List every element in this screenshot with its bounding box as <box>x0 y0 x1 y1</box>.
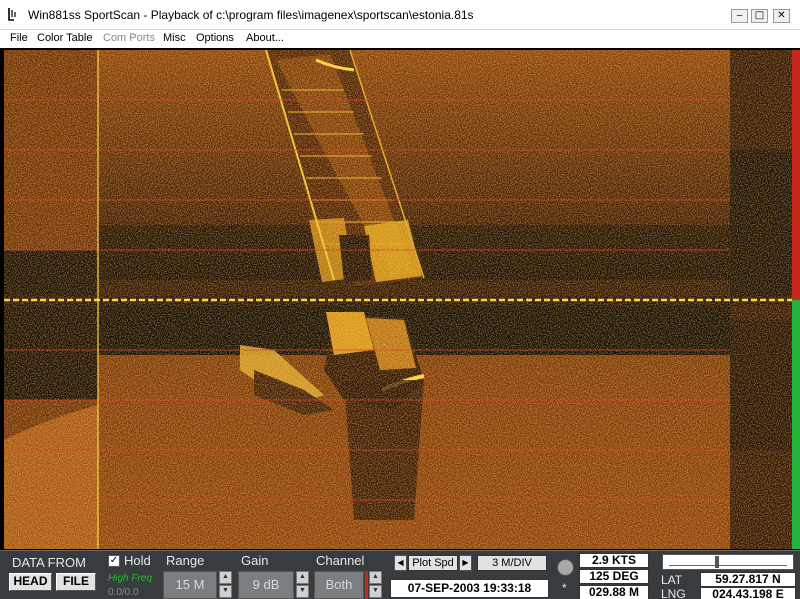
channel-up-button[interactable]: ▲ <box>369 571 382 584</box>
sonar-display[interactable] <box>4 50 800 549</box>
menu-color-table[interactable]: Color Table <box>37 32 92 44</box>
high-freq-label: High Freq <box>108 573 152 584</box>
control-panel: DATA FROM HEAD FILE ✓ Hold High Freq 0.0… <box>0 550 800 599</box>
lat-label: LAT <box>661 573 683 587</box>
scale-bar-red <box>792 50 800 300</box>
sonar-image <box>4 50 800 549</box>
menu-misc[interactable]: Misc <box>163 32 186 44</box>
gain-down-button[interactable]: ▼ <box>296 585 309 598</box>
menu-com-ports[interactable]: Com Ports <box>103 32 155 44</box>
status-lamp-icon <box>557 559 574 576</box>
head-button[interactable]: HEAD <box>9 573 52 591</box>
hold-checkbox[interactable]: ✓ <box>108 555 120 567</box>
menu-options[interactable]: Options <box>196 32 234 44</box>
range-field[interactable]: 15 M <box>163 571 217 599</box>
speed-readout: 2.9 KTS <box>579 553 649 568</box>
channel-label: Channel <box>316 553 365 568</box>
plot-speed-label: Plot Spd <box>408 555 458 571</box>
range-label: Range <box>166 553 205 568</box>
gain-label: Gain <box>241 553 269 568</box>
plot-speed-left-button[interactable]: ◀ <box>394 555 407 571</box>
scale-bar-green <box>792 300 800 549</box>
file-button[interactable]: FILE <box>56 573 96 591</box>
latitude-readout: 59.27.817 N <box>700 572 796 587</box>
plot-speed-right-button[interactable]: ▶ <box>459 555 472 571</box>
longitude-readout: 024.43.198 E <box>700 587 796 599</box>
maximize-button[interactable]: □ <box>751 9 768 23</box>
app-icon <box>8 8 16 21</box>
freq-readout: 0.0/0.0 <box>108 587 139 598</box>
position-slider[interactable] <box>662 554 794 570</box>
minimize-button[interactable]: ‒ <box>731 9 748 23</box>
menu-bar: File Color Table Com Ports Misc Options … <box>0 30 800 48</box>
hold-label: Hold <box>124 553 151 568</box>
channel-field[interactable]: Both <box>314 571 364 599</box>
gain-up-button[interactable]: ▲ <box>296 571 309 584</box>
window-title: Win881ss SportScan - Playback of c:\prog… <box>28 8 474 22</box>
data-from-label: DATA FROM <box>12 555 86 570</box>
heading-readout: 125 DEG <box>579 569 649 584</box>
gain-field[interactable]: 9 dB <box>238 571 294 599</box>
menu-about[interactable]: About... <box>246 32 284 44</box>
depth-readout: 029.88 M <box>579 585 649 599</box>
date-time-readout: 07-SEP-2003 19:33:18 <box>390 579 549 598</box>
lng-label: LNG <box>661 587 686 599</box>
menu-file[interactable]: File <box>10 32 28 44</box>
channel-down-button[interactable]: ▼ <box>369 585 382 598</box>
title-bar: Win881ss SportScan - Playback of c:\prog… <box>0 0 800 30</box>
range-up-button[interactable]: ▲ <box>219 571 232 584</box>
close-button[interactable]: ✕ <box>773 9 790 23</box>
channel-indicator <box>365 571 368 599</box>
scale-readout[interactable]: 3 M/DIV <box>477 555 547 571</box>
range-down-button[interactable]: ▼ <box>219 585 232 598</box>
slider-thumb[interactable] <box>715 556 719 568</box>
status-star: * <box>562 581 567 595</box>
